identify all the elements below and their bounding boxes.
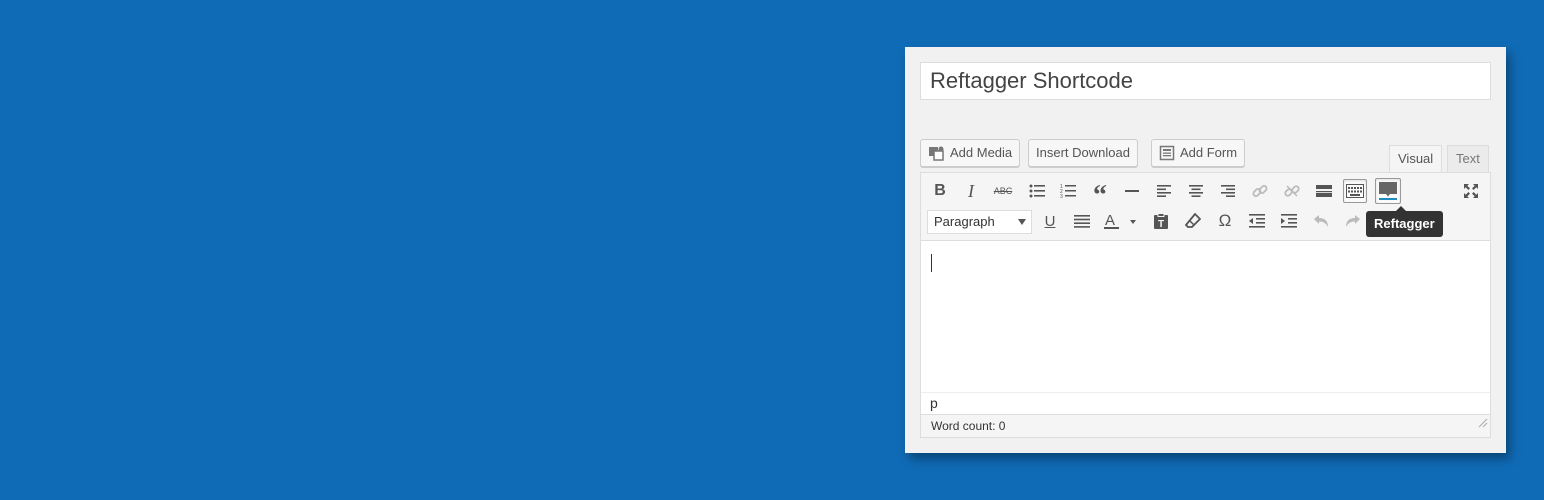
read-more-icon[interactable] bbox=[1312, 179, 1336, 203]
media-icon bbox=[928, 145, 945, 161]
reftagger-icon[interactable] bbox=[1375, 178, 1401, 204]
tab-text[interactable]: Text bbox=[1447, 145, 1489, 173]
chevron-down-icon bbox=[1018, 219, 1026, 225]
word-count: Word count: 0 bbox=[931, 419, 1006, 433]
paste-text-icon[interactable]: T bbox=[1149, 209, 1173, 233]
underline-icon[interactable]: U bbox=[1038, 209, 1062, 233]
format-select[interactable]: Paragraph bbox=[927, 210, 1032, 234]
redo-icon[interactable] bbox=[1341, 209, 1365, 233]
indent-icon[interactable] bbox=[1277, 209, 1301, 233]
toolbar-row-1: B I ABC 123 “ bbox=[921, 177, 1490, 210]
bullet-list-icon[interactable] bbox=[1025, 179, 1049, 203]
element-path[interactable]: p bbox=[921, 392, 1490, 414]
status-bar: Word count: 0 bbox=[921, 414, 1490, 437]
special-character-icon[interactable]: Ω bbox=[1213, 209, 1237, 233]
resize-handle-icon[interactable] bbox=[1478, 413, 1488, 435]
svg-text:A: A bbox=[1105, 212, 1115, 229]
add-form-label: Add Form bbox=[1180, 145, 1238, 160]
insert-download-label: Insert Download bbox=[1036, 145, 1130, 160]
link-icon[interactable] bbox=[1248, 179, 1272, 203]
add-form-button[interactable]: Add Form bbox=[1151, 139, 1246, 167]
align-center-icon[interactable] bbox=[1184, 179, 1208, 203]
svg-text:T: T bbox=[1158, 219, 1164, 229]
toolbar-toggle-icon[interactable] bbox=[1343, 179, 1367, 203]
editor-content[interactable] bbox=[921, 240, 1490, 392]
editor: B I ABC 123 “ Paragraph U A T Ω Reftagge… bbox=[920, 172, 1491, 438]
form-icon bbox=[1159, 145, 1175, 161]
format-select-value: Paragraph bbox=[934, 214, 995, 229]
insert-download-button[interactable]: Insert Download bbox=[1028, 139, 1138, 167]
numbered-list-icon[interactable]: 123 bbox=[1056, 179, 1080, 203]
strikethrough-icon[interactable]: ABC bbox=[991, 179, 1015, 203]
blockquote-icon[interactable]: “ bbox=[1088, 179, 1112, 210]
italic-icon[interactable]: I bbox=[959, 179, 983, 203]
outdent-icon[interactable] bbox=[1245, 209, 1269, 233]
svg-text:3: 3 bbox=[1060, 194, 1063, 199]
add-media-button[interactable]: Add Media bbox=[920, 139, 1021, 167]
add-media-label: Add Media bbox=[950, 145, 1013, 160]
clear-formatting-icon[interactable] bbox=[1181, 209, 1205, 233]
horizontal-rule-icon[interactable] bbox=[1120, 179, 1144, 203]
justify-icon[interactable] bbox=[1070, 209, 1094, 233]
element-path-label: p bbox=[930, 395, 938, 411]
undo-icon[interactable] bbox=[1309, 209, 1333, 233]
post-editor-panel: Add Media Insert Download Add Form Visua… bbox=[905, 47, 1506, 453]
align-right-icon[interactable] bbox=[1216, 179, 1240, 203]
align-left-icon[interactable] bbox=[1152, 179, 1176, 203]
text-color-icon[interactable]: A bbox=[1102, 209, 1142, 233]
fullscreen-icon[interactable] bbox=[1459, 179, 1483, 203]
post-title-input[interactable] bbox=[920, 62, 1491, 100]
unlink-icon[interactable] bbox=[1280, 179, 1304, 203]
tab-visual[interactable]: Visual bbox=[1389, 145, 1443, 173]
reftagger-tooltip: Reftagger bbox=[1366, 206, 1443, 237]
text-cursor bbox=[931, 254, 932, 272]
bold-icon[interactable]: B bbox=[928, 179, 952, 203]
